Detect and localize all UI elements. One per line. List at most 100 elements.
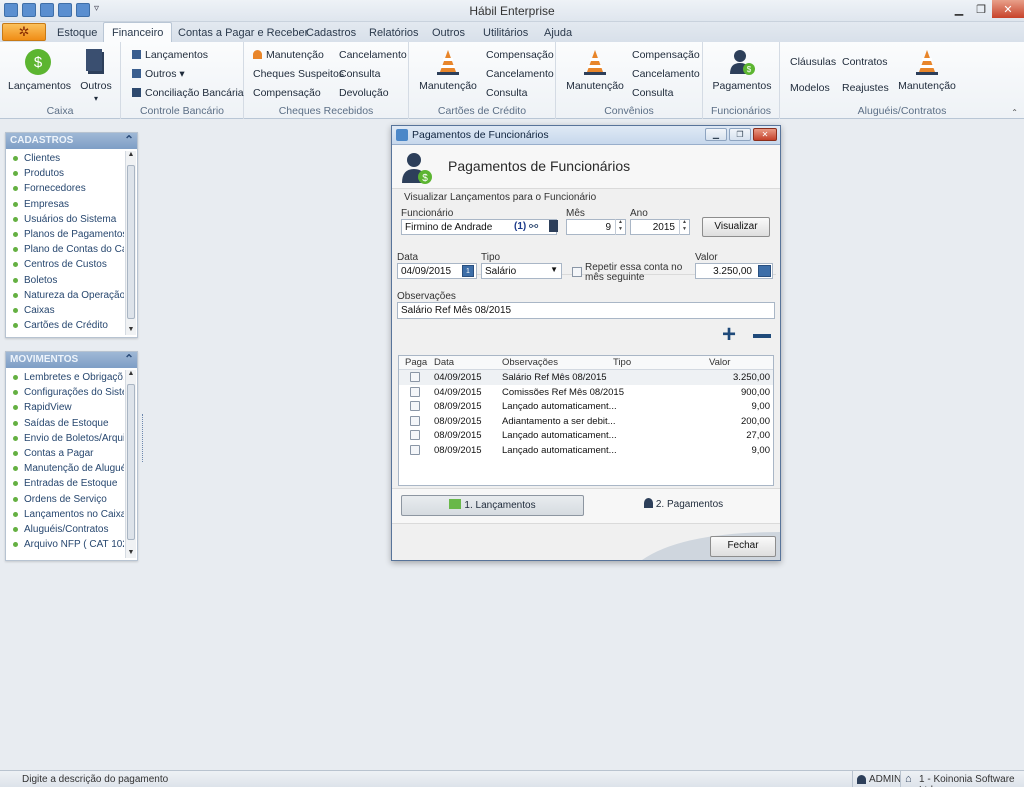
list-item[interactable]: Configurações do Siste...: [6, 385, 124, 400]
paga-checkbox[interactable]: [410, 415, 420, 426]
list-item[interactable]: Planos de Pagamentos: [6, 227, 124, 242]
cartoes-cancelamento[interactable]: Cancelamento: [486, 68, 554, 80]
list-item[interactable]: Envio de Boletos/Arqui...: [6, 431, 124, 446]
remove-icon[interactable]: [753, 334, 771, 338]
scroll-thumb[interactable]: [127, 165, 135, 319]
tab-ajuda[interactable]: Ajuda: [537, 25, 579, 41]
list-item[interactable]: Produtos: [6, 166, 124, 181]
col-data[interactable]: Data: [434, 357, 454, 368]
collapse-ribbon-icon[interactable]: ⌃: [1011, 108, 1018, 117]
scroll-up-icon[interactable]: ▲: [126, 370, 136, 377]
tipo-select[interactable]: Salário ▼: [481, 263, 562, 279]
cheques-consulta[interactable]: Consulta: [339, 68, 380, 80]
list-item[interactable]: Ordens de Serviço: [6, 492, 124, 507]
tab-relatorios[interactable]: Relatórios: [362, 25, 426, 41]
list-item[interactable]: Clientes: [6, 151, 124, 166]
list-item[interactable]: Manutenção de Alugué...: [6, 461, 124, 476]
tab-cadastros[interactable]: Cadastros: [299, 25, 363, 41]
collapse-icon[interactable]: ⌃: [124, 352, 134, 366]
col-paga[interactable]: Paga: [405, 357, 427, 368]
scroll-down-icon[interactable]: ▼: [126, 326, 136, 333]
conciliacao-bancaria[interactable]: Conciliação Bancária: [132, 87, 244, 99]
cheques-devolucao[interactable]: Devolução: [339, 87, 389, 99]
scroll-thumb[interactable]: [127, 384, 135, 540]
tab-pagamentos[interactable]: 2. Pagamentos: [592, 495, 775, 516]
add-icon[interactable]: +: [722, 323, 736, 347]
list-item[interactable]: Boletos: [6, 273, 124, 288]
convenios-manutencao-button[interactable]: Manutenção: [562, 48, 628, 92]
list-item[interactable]: Contas a Pagar: [6, 446, 124, 461]
visualizar-button[interactable]: Visualizar: [702, 217, 770, 237]
cheques-suspeitos[interactable]: Cheques Suspeitos: [253, 68, 344, 80]
table-row[interactable]: 04/09/2015 Salário Ref Mês 08/2015 3.250,0…: [399, 370, 773, 385]
convenios-compensacao[interactable]: Compensação: [632, 49, 700, 61]
list-item[interactable]: Empresas: [6, 197, 124, 212]
list-item[interactable]: Caixas: [6, 303, 124, 318]
alugueis-manutencao-button[interactable]: Manutenção: [894, 48, 960, 92]
caixa-outros-button[interactable]: Outros ▾: [76, 48, 116, 104]
cheques-compensacao[interactable]: Compensação: [253, 87, 321, 99]
alugueis-clausulas[interactable]: Cláusulas: [790, 56, 836, 68]
tab-estoque[interactable]: Estoque: [50, 25, 104, 41]
controle-lancamentos[interactable]: Lançamentos: [132, 49, 208, 61]
col-valor[interactable]: Valor: [709, 357, 730, 368]
document-icon[interactable]: [549, 220, 558, 232]
table-row[interactable]: 08/09/2015 Lançado automaticament... 9,00: [399, 399, 773, 414]
col-tipo[interactable]: Tipo: [613, 357, 631, 368]
cartoes-manutencao-button[interactable]: Manutenção: [415, 48, 481, 92]
repetir-checkbox[interactable]: [572, 267, 582, 277]
tab-utilitarios[interactable]: Utilitários: [476, 25, 535, 41]
observacoes-field[interactable]: Salário Ref Mês 08/2015: [397, 302, 775, 319]
list-item[interactable]: Usuários do Sistema: [6, 212, 124, 227]
table-row[interactable]: 04/09/2015 Comissões Ref Mês 08/2015 900,0…: [399, 385, 773, 400]
paga-checkbox[interactable]: [410, 430, 420, 440]
calendar-icon[interactable]: 1: [462, 265, 474, 277]
list-item[interactable]: Fornecedores: [6, 181, 124, 196]
list-item[interactable]: Lançamentos no Caixa: [6, 507, 124, 522]
cheques-manutencao[interactable]: Manutenção: [253, 49, 324, 61]
paga-checkbox[interactable]: [410, 444, 420, 455]
alugueis-contratos[interactable]: Contratos: [842, 56, 888, 68]
funcionarios-pagamentos-button[interactable]: $ Pagamentos: [708, 48, 776, 92]
list-item[interactable]: Cartões de Crédito: [6, 318, 124, 333]
scroll-down-icon[interactable]: ▼: [126, 549, 136, 556]
list-item[interactable]: Aluguéis/Contratos: [6, 522, 124, 537]
paga-checkbox[interactable]: [410, 401, 420, 411]
tab-financeiro[interactable]: Financeiro: [103, 22, 173, 43]
alugueis-modelos[interactable]: Modelos: [790, 82, 830, 94]
cadastros-header[interactable]: CADASTROS ⌃: [6, 133, 137, 149]
scroll-up-icon[interactable]: ▲: [126, 151, 136, 158]
convenios-cancelamento[interactable]: Cancelamento: [632, 68, 700, 80]
paga-checkbox[interactable]: [410, 372, 420, 382]
movimentos-scrollbar[interactable]: ▲ ▼: [125, 370, 136, 558]
cartoes-compensacao[interactable]: Compensação: [486, 49, 554, 61]
cartoes-consulta[interactable]: Consulta: [486, 87, 527, 99]
controle-outros[interactable]: Outros ▾: [132, 68, 185, 80]
close-icon[interactable]: ✕: [992, 0, 1024, 18]
list-item[interactable]: Entradas de Estoque: [6, 476, 124, 491]
binoculars-icon[interactable]: ⚯: [529, 220, 538, 233]
list-item[interactable]: Centros de Custos: [6, 257, 124, 272]
app-menu-button[interactable]: ✲: [2, 23, 46, 41]
minimize-icon[interactable]: ▁: [948, 0, 970, 18]
splitter-handle[interactable]: [142, 414, 147, 462]
cheques-cancelamento[interactable]: Cancelamento: [339, 49, 407, 61]
convenios-consulta[interactable]: Consulta: [632, 87, 673, 99]
tab-outros[interactable]: Outros: [425, 25, 472, 41]
maximize-icon[interactable]: ❐: [729, 128, 751, 141]
fechar-button[interactable]: Fechar: [710, 536, 776, 557]
alugueis-reajustes[interactable]: Reajustes: [842, 82, 889, 94]
close-icon[interactable]: ✕: [753, 128, 777, 141]
table-row[interactable]: 08/09/2015 Lançado automaticament... 27,00: [399, 428, 773, 443]
list-item[interactable]: Natureza da Operação: [6, 288, 124, 303]
tab-contas[interactable]: Contas a Pagar e Receber: [171, 25, 315, 41]
maximize-icon[interactable]: ❐: [970, 0, 992, 18]
tab-lancamentos[interactable]: 1. Lançamentos: [401, 495, 584, 516]
list-item[interactable]: Lembretes e Obrigaçõ...: [6, 370, 124, 385]
collapse-icon[interactable]: ⌃: [124, 133, 134, 147]
table-row[interactable]: 08/09/2015 Lançado automaticament... 9,00: [399, 443, 773, 458]
list-item[interactable]: Plano de Contas do Ca...: [6, 242, 124, 257]
list-item[interactable]: Saídas de Estoque: [6, 416, 124, 431]
list-item[interactable]: Arquivo NFP ( CAT 102...: [6, 537, 124, 552]
caixa-lancamentos-button[interactable]: $ Lançamentos: [8, 48, 71, 92]
